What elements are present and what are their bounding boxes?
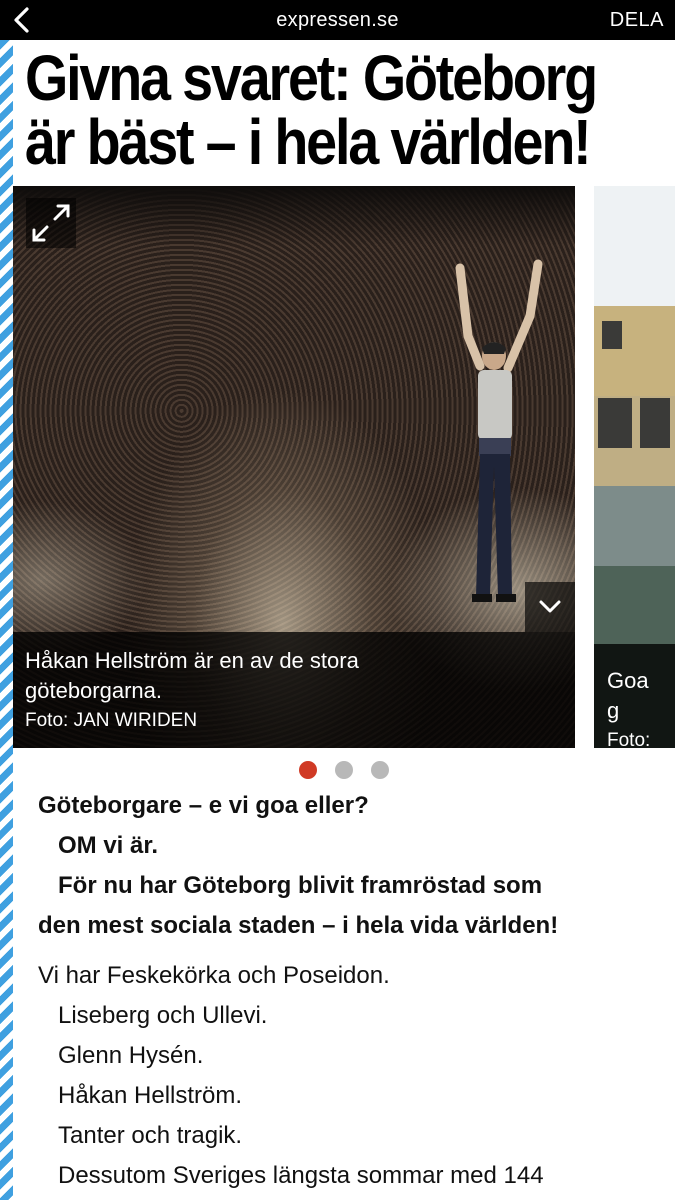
image-caption: Håkan Hellström är en av de stora götebo… (13, 632, 575, 748)
caption-text-2: Goa g (607, 668, 649, 723)
share-button[interactable]: DELA (610, 9, 664, 32)
photo-credit: Foto: JAN WIRIDEN (25, 710, 198, 731)
image-caption-2: Goa g Foto: H (594, 644, 675, 748)
body-paragraph: Dessutom Sveriges längsta sommar med 144 (58, 1162, 544, 1189)
lead-line: OM vi är. (58, 832, 159, 859)
caption-line-2: göteborgarna. (25, 678, 162, 703)
article-headline: Givna svaret: Göteborg är bäst – i hela … (25, 46, 598, 174)
top-bar: expressen.se DELA (0, 0, 675, 40)
headline-line-2: är bäst – i hela världen! (25, 106, 592, 178)
slide-dot-3[interactable] (371, 761, 389, 779)
lead-line: För nu har Göteborg blivit framröstad so… (58, 872, 543, 899)
body-paragraph: Liseberg och Ullevi. (58, 1002, 268, 1029)
section-stripe (0, 40, 13, 1200)
performer-figure (455, 259, 543, 602)
caption-text: Håkan Hellström är en av de stora götebo… (25, 646, 563, 706)
article-body: Göteborgare – e vi goa eller? OM vi är. … (38, 786, 668, 1196)
expand-image-button[interactable] (26, 198, 76, 248)
slideshow-image-1[interactable]: Håkan Hellström är en av de stora götebo… (13, 186, 575, 748)
expand-arrows-icon (32, 204, 70, 242)
headline-line-1: Givna svaret: Göteborg (25, 42, 598, 114)
slide-dot-1[interactable] (299, 761, 317, 779)
caption-line-1: Håkan Hellström är en av de stora (25, 648, 359, 673)
lead-line: Göteborgare – e vi goa eller? (38, 792, 369, 819)
body-paragraph: Tanter och tragik. (58, 1122, 243, 1149)
photo-credit-2: Foto: H (607, 730, 651, 748)
body-paragraph: Glenn Hysén. (58, 1042, 204, 1069)
slideshow-image-2[interactable]: Goa g Foto: H (594, 186, 675, 748)
caption-toggle-button[interactable] (525, 582, 575, 632)
chevron-down-icon (539, 600, 561, 613)
body-paragraph: Håkan Hellström. (58, 1082, 243, 1109)
lead-line: den mest sociala staden – i hela vida vä… (38, 912, 559, 939)
body-paragraph: Vi har Feskekörka och Poseidon. (38, 962, 390, 989)
slide-dot-2[interactable] (335, 761, 353, 779)
site-domain: expressen.se (276, 9, 399, 31)
